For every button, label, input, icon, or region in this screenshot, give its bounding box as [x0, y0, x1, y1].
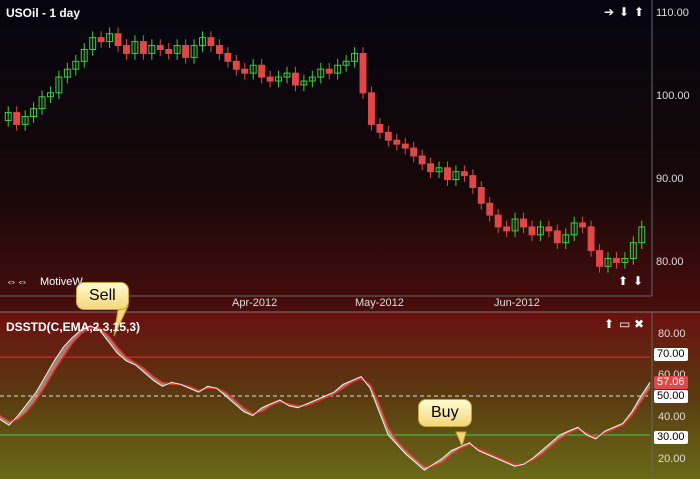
arrow-up-icon[interactable]: ⬆: [634, 6, 644, 18]
price-y-tick: 110.00: [656, 7, 689, 19]
upper-level-tag: 70.00: [654, 348, 688, 361]
lower-level-tag: 30.00: [654, 431, 688, 444]
candle-body: [494, 214, 502, 228]
sell-callout: Sell: [76, 282, 129, 310]
candle-body: [165, 48, 173, 54]
mid-level-tag: 50.00: [654, 390, 688, 403]
candle-body: [376, 123, 384, 133]
candle-body: [156, 45, 164, 50]
arrow-down-icon[interactable]: ⬇: [619, 6, 629, 18]
candle-body: [266, 76, 274, 82]
candle-body: [545, 226, 553, 232]
candle-body: [401, 143, 409, 149]
candle-body: [587, 226, 595, 252]
candle-body: [477, 186, 485, 204]
candle-body: [182, 45, 190, 58]
price-y-tick: 100.00: [656, 90, 690, 102]
candle-body: [241, 68, 249, 74]
chart-canvas[interactable]: [0, 0, 700, 479]
current-value-tag: 57.06: [654, 376, 688, 389]
candle-body: [579, 222, 587, 228]
candle-body: [486, 202, 494, 216]
candle-body: [215, 45, 223, 54]
candle-body: [503, 226, 511, 232]
candle-body: [384, 131, 392, 141]
chart-window: USOil - 1 day ➔ ⬇ ⬆ 110.00 100.00 90.00 …: [0, 0, 700, 479]
candle-body: [410, 147, 418, 157]
price-panel-title: USOil - 1 day: [6, 6, 81, 20]
candle-body: [325, 68, 333, 74]
candle-body: [139, 41, 147, 54]
candle-body: [97, 37, 105, 43]
candle-body: [444, 167, 451, 181]
candle-body: [114, 33, 122, 47]
close-icon[interactable]: ✖: [634, 318, 644, 330]
price-x-tick: May-2012: [355, 297, 404, 309]
candle-body: [612, 257, 620, 263]
price-y-tick: 80.00: [656, 256, 684, 268]
price-x-tick: Apr-2012: [232, 297, 278, 309]
candle-body: [427, 163, 435, 173]
candle-body: [418, 155, 426, 165]
arrow-right-icon[interactable]: ➔: [604, 6, 614, 18]
candle-body: [528, 226, 536, 236]
candle-body: [596, 250, 603, 267]
candle-body: [460, 171, 468, 177]
candle-body: [232, 60, 240, 70]
candle-body: [291, 72, 299, 86]
candle-body: [553, 230, 561, 244]
candle-body: [207, 37, 215, 47]
candle-body: [224, 52, 232, 62]
candle-body: [469, 175, 477, 188]
indicator-y-tick: 40.00: [658, 411, 686, 423]
restore-icon[interactable]: ▭: [619, 318, 630, 330]
buy-callout: Buy: [418, 399, 472, 427]
price-panel-bg: [0, 0, 700, 312]
candle-body: [520, 218, 527, 228]
candle-body: [368, 92, 375, 125]
arrow-left-right-icon[interactable]: ⇔⇔: [6, 276, 28, 288]
price-x-tick: Jun-2012: [494, 297, 540, 309]
indicator-panel-title: DSSTD(C,EMA,2,3,15,3): [6, 320, 141, 334]
candle-body: [123, 45, 130, 54]
indicator-y-tick: 20.00: [658, 453, 686, 465]
arrow-up-icon[interactable]: ⬆: [604, 318, 614, 330]
arrow-up-icon[interactable]: ⬆: [618, 275, 628, 287]
candle-body: [258, 64, 266, 78]
arrow-down-icon[interactable]: ⬇: [633, 275, 643, 287]
candle-body: [13, 112, 21, 125]
price-y-tick: 90.00: [656, 173, 684, 185]
indicator-y-tick: 80.00: [658, 328, 686, 340]
candle-body: [393, 139, 401, 145]
candle-body: [359, 52, 367, 94]
